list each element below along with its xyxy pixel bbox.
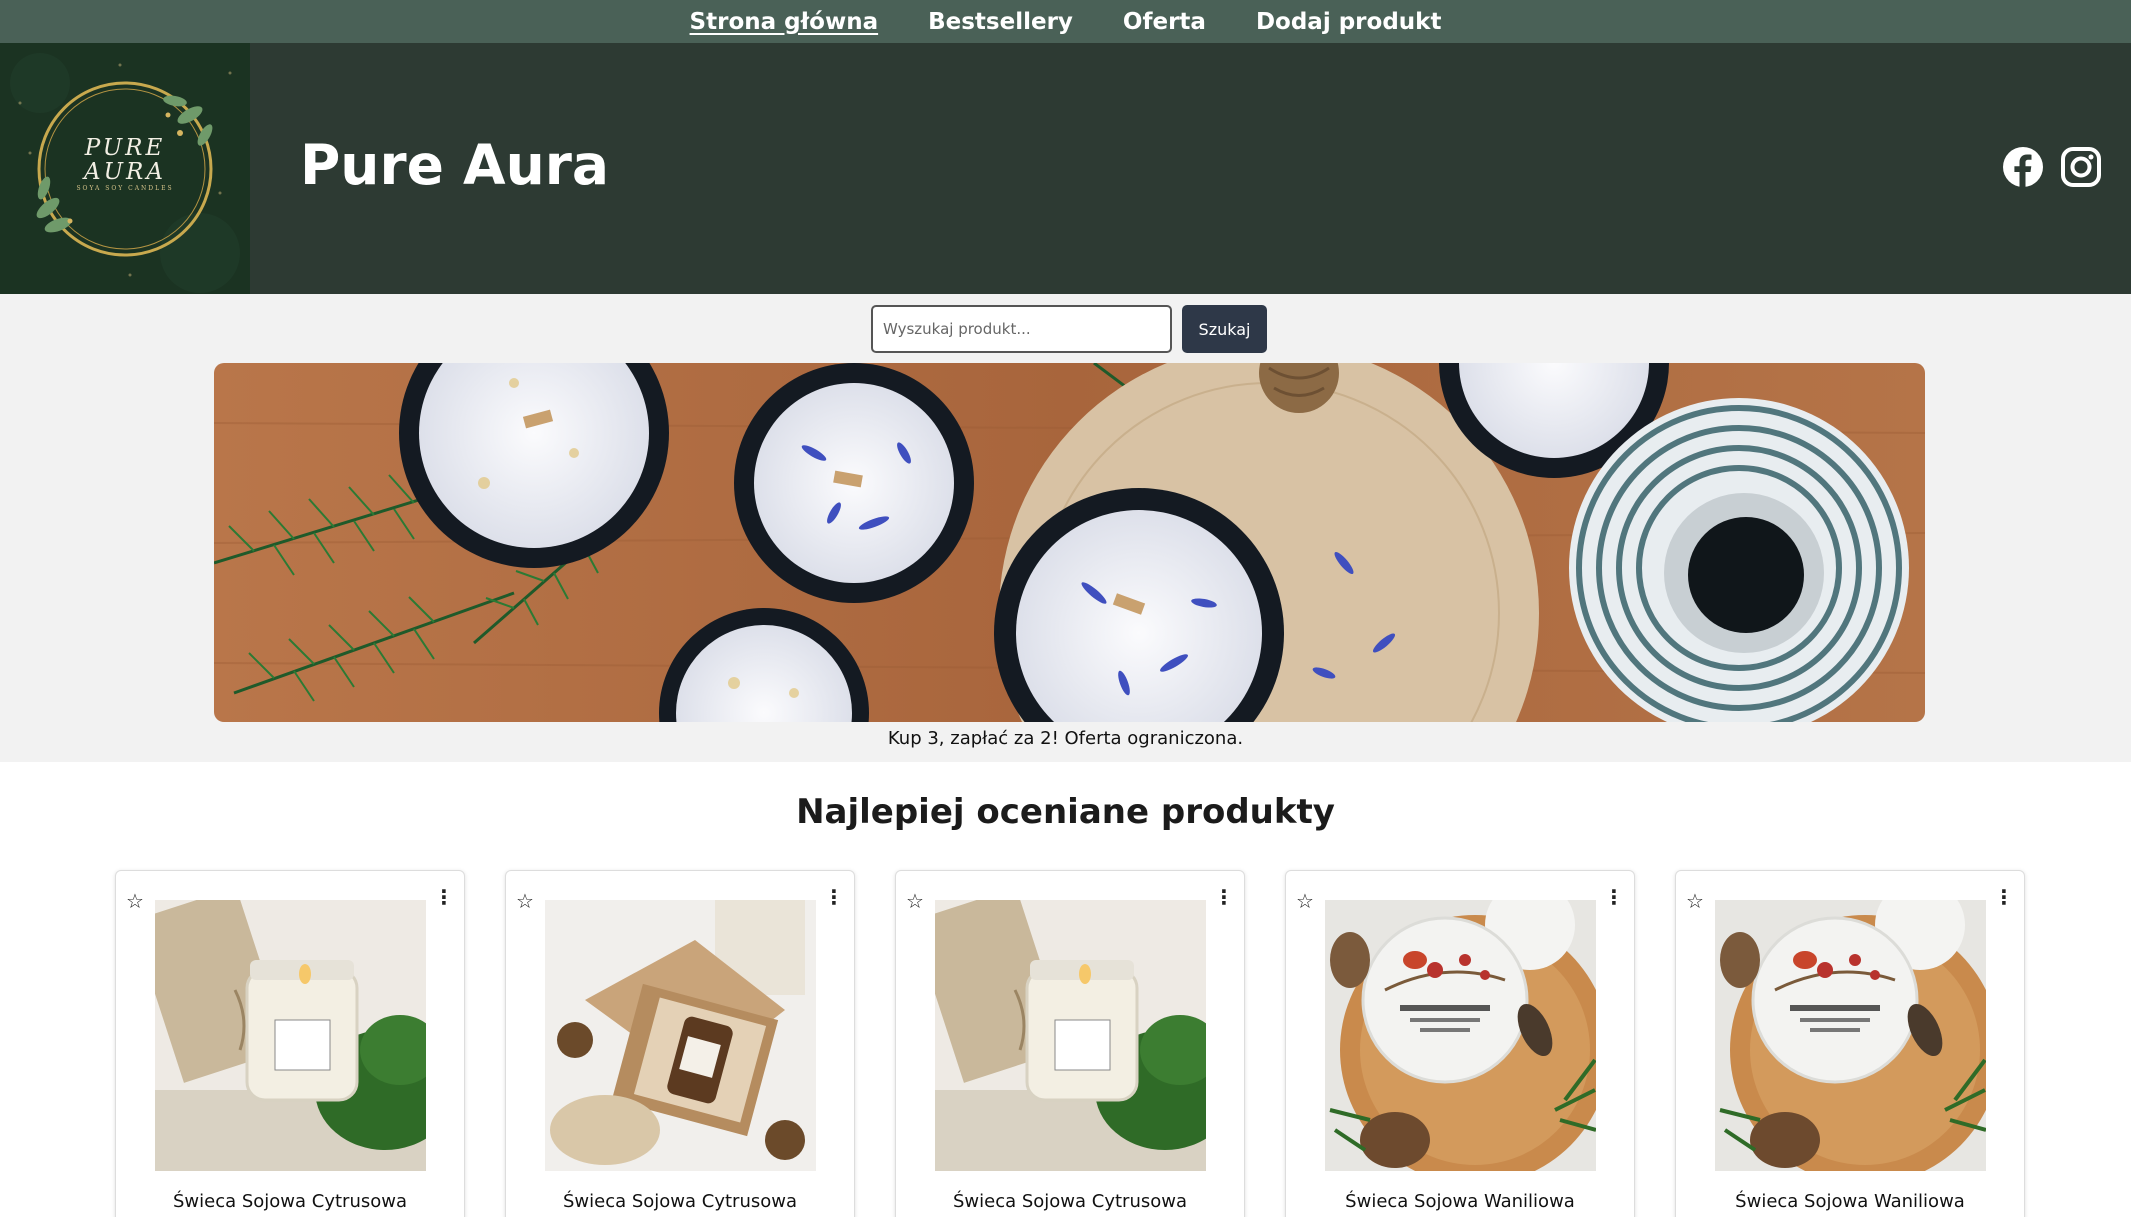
logo-word-pure: PURE (84, 135, 166, 161)
product-name[interactable]: Świeca Sojowa Cytrusowa (506, 1191, 854, 1212)
product-image-gift-box[interactable] (545, 900, 816, 1171)
product-card[interactable]: ☆ ⋮ Świeca Sojowa Cytrusowa (115, 870, 465, 1217)
nav-offer[interactable]: Oferta (1123, 9, 1206, 35)
more-options-icon[interactable]: ⋮ (1994, 886, 2014, 908)
search-input[interactable] (871, 305, 1172, 353)
section-title: Najlepiej oceniane produkty (796, 792, 1335, 832)
more-options-icon[interactable]: ⋮ (434, 886, 454, 908)
product-name[interactable]: Świeca Sojowa Waniliowa (1676, 1191, 2024, 1212)
facebook-icon[interactable] (2002, 146, 2044, 188)
nav-add-product[interactable]: Dodaj produkt (1256, 9, 1442, 35)
product-image-jar-candle[interactable] (155, 900, 426, 1171)
product-name[interactable]: Świeca Sojowa Waniliowa (1286, 1191, 1634, 1212)
product-card[interactable]: ☆ ⋮ Świeca Sojowa Waniliowa (1675, 870, 2025, 1217)
promo-banner[interactable] (214, 363, 1925, 722)
top-navigation: Strona główna Bestsellery Oferta Dodaj p… (0, 0, 2131, 43)
more-options-icon[interactable]: ⋮ (824, 886, 844, 908)
nav-home[interactable]: Strona główna (690, 9, 879, 35)
product-image-christmas-candle[interactable] (1325, 900, 1596, 1171)
site-header: PURE AURA SOYA SOY CANDLES Pure Aura (0, 43, 2131, 294)
more-options-icon[interactable]: ⋮ (1604, 886, 1624, 908)
top-rated-products-section: Najlepiej oceniane produkty ☆ ⋮ Świeca S… (0, 762, 2131, 1217)
brand-logo[interactable]: PURE AURA SOYA SOY CANDLES (0, 43, 250, 294)
product-name[interactable]: Świeca Sojowa Cytrusowa (116, 1191, 464, 1212)
favorite-star-icon[interactable]: ☆ (516, 889, 534, 913)
logo-word-aura: AURA (84, 159, 166, 185)
site-title: Pure Aura (300, 133, 609, 197)
search-button[interactable]: Szukaj (1182, 305, 1267, 353)
favorite-star-icon[interactable]: ☆ (906, 889, 924, 913)
product-image-jar-candle[interactable] (935, 900, 1206, 1171)
banner-caption: Kup 3, zapłać za 2! Oferta ograniczona. (887, 728, 1244, 749)
nav-bestsellers[interactable]: Bestsellery (928, 9, 1073, 35)
product-card[interactable]: ☆ ⋮ Świeca Sojowa Cytrusowa (895, 870, 1245, 1217)
product-name[interactable]: Świeca Sojowa Cytrusowa (896, 1191, 1244, 1212)
product-card[interactable]: ☆ ⋮ Świeca Sojowa Waniliowa (1285, 870, 1635, 1217)
favorite-star-icon[interactable]: ☆ (126, 889, 144, 913)
favorite-star-icon[interactable]: ☆ (1686, 889, 1704, 913)
banner-candles-image (214, 363, 1925, 722)
product-card[interactable]: ☆ ⋮ Świeca Sojowa Cytrusowa (505, 870, 855, 1217)
more-options-icon[interactable]: ⋮ (1214, 886, 1234, 908)
product-image-christmas-candle[interactable] (1715, 900, 1986, 1171)
logo-tagline: SOYA SOY CANDLES (76, 185, 174, 192)
favorite-star-icon[interactable]: ☆ (1296, 889, 1314, 913)
instagram-icon[interactable] (2060, 146, 2102, 188)
